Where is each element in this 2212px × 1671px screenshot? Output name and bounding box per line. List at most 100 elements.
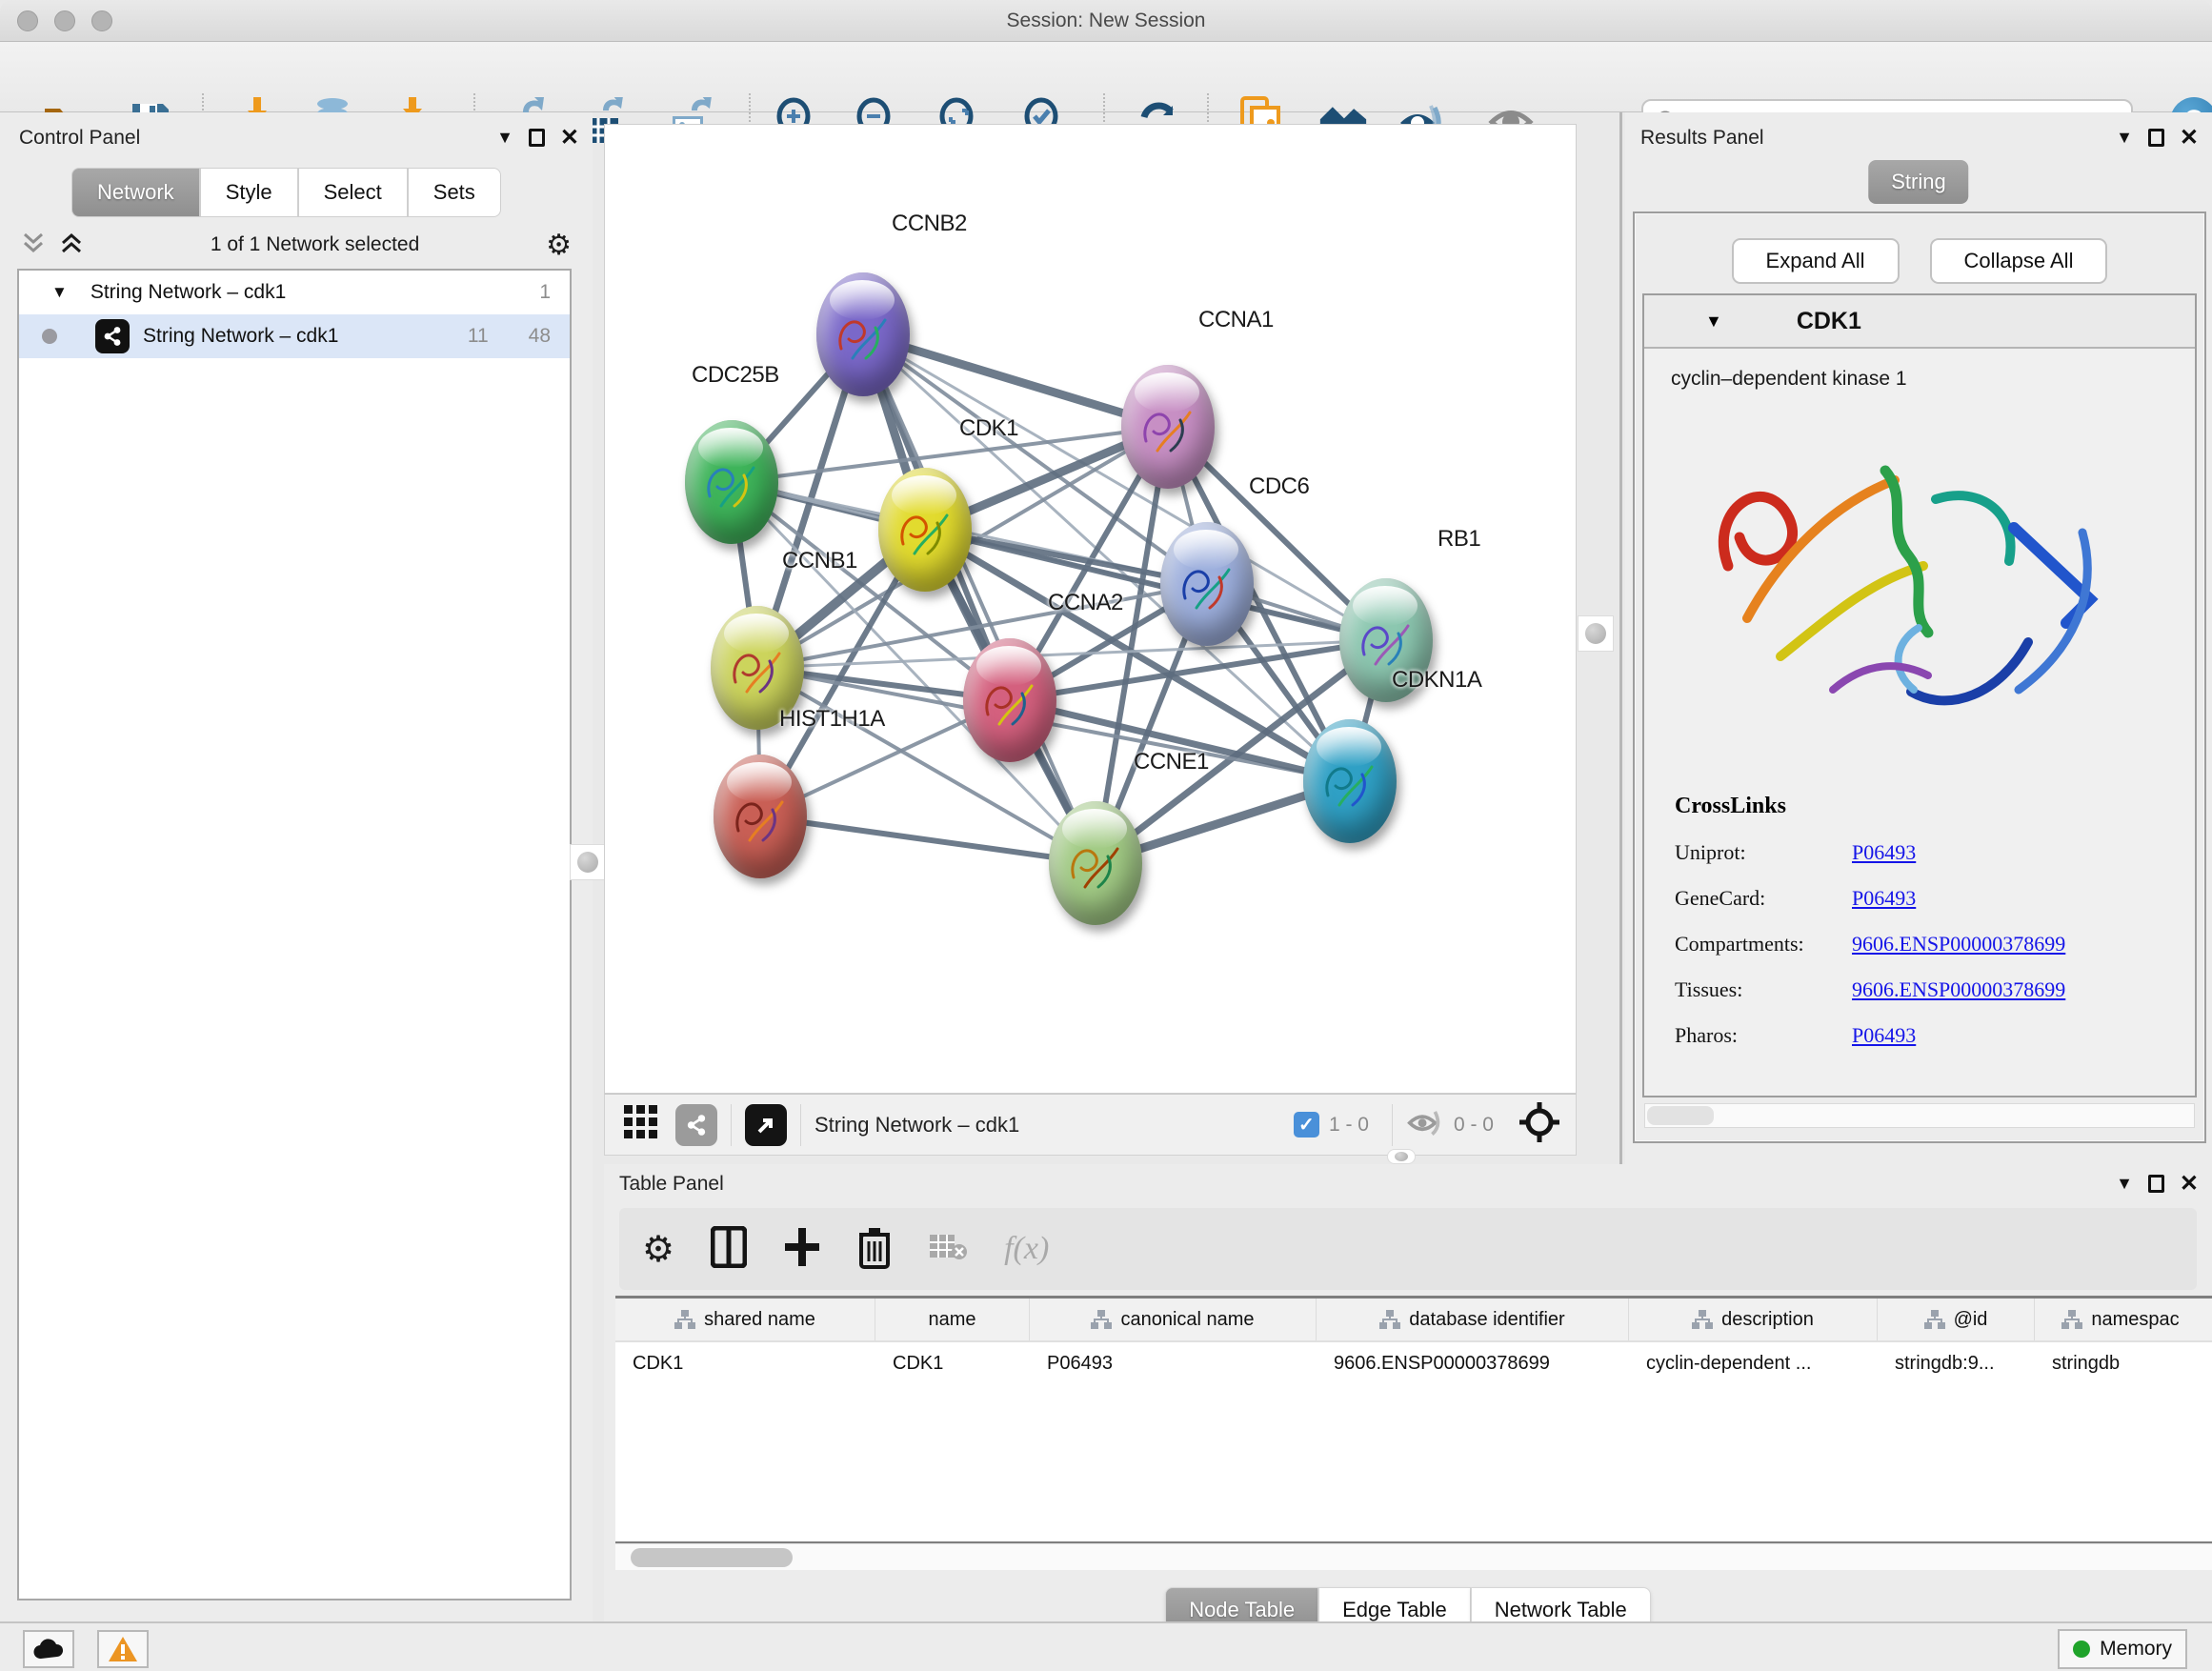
add-column-icon[interactable] [783, 1226, 821, 1273]
column-header-name[interactable]: name [875, 1299, 1030, 1340]
network-node-CDK1[interactable] [878, 468, 972, 592]
birds-eye-view-icon[interactable] [622, 1103, 660, 1146]
network-collection-row[interactable]: ▼ String Network – cdk1 1 [19, 271, 570, 314]
string-results-container: Expand All Collapse All ▼ CDK1 cyclin–de… [1633, 211, 2206, 1143]
crosslink-row: Pharos: P06493 [1675, 1023, 2195, 1048]
network-node-HIST1H1A[interactable] [714, 755, 807, 878]
selected-nodes-checkbox-icon[interactable]: ✓ [1294, 1112, 1319, 1137]
node-protein-thumbnail [728, 634, 787, 705]
table-horizontal-scrollbar[interactable] [615, 1543, 2212, 1570]
column-header-shared-name[interactable]: shared name [615, 1299, 875, 1340]
cell-database-identifier[interactable]: 9606.ENSP00000378699 [1317, 1342, 1629, 1384]
hidden-items-eye-icon[interactable] [1406, 1106, 1444, 1143]
tab-string-results[interactable]: String [1868, 160, 1968, 204]
shared-column-icon [674, 1309, 695, 1330]
memory-button[interactable]: Memory [2058, 1629, 2187, 1669]
crosslinks-section: CrossLinks Uniprot: P06493 GeneCard: P06… [1675, 794, 2195, 1048]
results-panel-title: Results Panel [1640, 127, 1764, 150]
uniprot-link[interactable]: P06493 [1852, 840, 1916, 865]
expand-all-button[interactable]: Expand All [1732, 238, 1900, 284]
shared-column-icon [1924, 1309, 1945, 1330]
protein-card-header[interactable]: ▼ CDK1 [1644, 295, 2195, 349]
column-header-canonical-name[interactable]: canonical name [1030, 1299, 1317, 1340]
control-panel-tabs: Network Style Select Sets [71, 168, 501, 217]
close-panel-icon[interactable]: ✕ [2180, 124, 2199, 151]
protein-name: CDK1 [1797, 308, 1861, 335]
float-panel-icon[interactable] [2148, 129, 2164, 147]
string-network-badge-icon[interactable] [675, 1104, 717, 1146]
crosslink-row: Uniprot: P06493 [1675, 840, 2195, 865]
control-panel: Control Panel ▼ ✕ Network Style Select S… [0, 112, 593, 1621]
network-row[interactable]: String Network – cdk1 11 48 [19, 314, 570, 358]
table-panel: Table Panel ▼ ✕ ⚙ f(x) [604, 1164, 2212, 1621]
column-header-description[interactable]: description [1629, 1299, 1878, 1340]
cell-namespace[interactable]: stringdb [2035, 1342, 2206, 1384]
title-bar: Session: New Session [0, 0, 2212, 42]
tab-network[interactable]: Network [71, 168, 200, 217]
protein-card: ▼ CDK1 cyclin–dependent kinase 1 [1642, 293, 2197, 1097]
genecard-link[interactable]: P06493 [1852, 886, 1916, 911]
memory-status-dot [2073, 1641, 2090, 1658]
tab-style[interactable]: Style [200, 168, 298, 217]
panel-menu-caret-icon[interactable]: ▼ [496, 128, 513, 148]
node-protein-thumbnail [1177, 551, 1237, 621]
network-canvas[interactable]: CCNB2CCNA1CDC25BCDK1CDC6RB1CCNB1CCNA2CDK… [604, 124, 1577, 1094]
tab-sets[interactable]: Sets [408, 168, 501, 217]
network-node-CCNB2[interactable] [816, 272, 910, 396]
node-protein-thumbnail [1066, 830, 1125, 900]
left-splitter-handle[interactable] [570, 844, 606, 880]
cell-description[interactable]: cyclin-dependent ... [1629, 1342, 1878, 1384]
network-node-CCNE1[interactable] [1049, 801, 1142, 925]
cell-name[interactable]: CDK1 [875, 1342, 1030, 1384]
table-options-gear-icon[interactable]: ⚙ [642, 1228, 674, 1271]
cell-at-id[interactable]: stringdb:9... [1878, 1342, 2035, 1384]
panel-menu-caret-icon[interactable]: ▼ [2116, 1174, 2133, 1194]
collapse-all-button[interactable]: Collapse All [1930, 238, 2108, 284]
panel-menu-caret-icon[interactable]: ▼ [2116, 128, 2133, 148]
tab-select[interactable]: Select [298, 168, 408, 217]
network-options-gear-icon[interactable]: ⚙ [546, 229, 572, 262]
crosslink-row: Tissues: 9606.ENSP00000378699 [1675, 977, 2195, 1002]
open-in-browser-icon[interactable] [745, 1104, 787, 1146]
collapse-all-networks-icon[interactable] [21, 231, 46, 260]
delete-column-icon[interactable] [857, 1225, 892, 1274]
show-columns-icon[interactable] [711, 1226, 747, 1273]
column-header-database-identifier[interactable]: database identifier [1317, 1299, 1629, 1340]
cell-canonical-name[interactable]: P06493 [1030, 1342, 1317, 1384]
collection-count: 1 [539, 281, 551, 304]
node-label-CDK1: CDK1 [959, 415, 1018, 442]
table-toolbar: ⚙ f(x) [619, 1208, 2197, 1290]
node-label-CCNA2: CCNA2 [1048, 590, 1123, 616]
delete-table-icon-disabled [928, 1231, 968, 1268]
column-header-at-id[interactable]: @id [1878, 1299, 2035, 1340]
tissues-link[interactable]: 9606.ENSP00000378699 [1852, 977, 2065, 1002]
table-row[interactable]: CDK1 CDK1 P06493 9606.ENSP00000378699 cy… [615, 1342, 2212, 1384]
column-header-namespace[interactable]: namespac [2035, 1299, 2206, 1340]
expand-all-networks-icon[interactable] [59, 231, 84, 260]
network-node-CCNA2[interactable] [963, 638, 1056, 762]
pharos-link[interactable]: P06493 [1852, 1023, 1916, 1048]
selected-counts: 1 - 0 [1329, 1114, 1369, 1137]
horizontal-splitter-handle[interactable] [1387, 1149, 1416, 1164]
network-edge[interactable] [760, 816, 1096, 863]
float-panel-icon[interactable] [529, 129, 545, 147]
cell-shared-name[interactable]: CDK1 [615, 1342, 875, 1384]
close-panel-icon[interactable]: ✕ [2180, 1170, 2199, 1198]
fit-selected-crosshair-icon[interactable] [1518, 1101, 1560, 1148]
network-node-CCNA1[interactable] [1121, 365, 1215, 489]
network-node-CDKN1A[interactable] [1303, 719, 1397, 843]
crosslink-label: Tissues: [1675, 977, 1852, 1002]
close-panel-icon[interactable]: ✕ [560, 124, 579, 151]
right-splitter-handle[interactable] [1578, 615, 1614, 652]
network-node-CDC6[interactable] [1160, 522, 1254, 646]
collection-expander-icon[interactable]: ▼ [51, 283, 68, 302]
protein-expander-icon[interactable]: ▼ [1705, 312, 1722, 332]
float-panel-icon[interactable] [2148, 1175, 2164, 1193]
network-node-CDC25B[interactable] [685, 420, 778, 544]
results-scrollbar[interactable] [1644, 1103, 2195, 1128]
control-panel-title: Control Panel [19, 127, 140, 150]
compartments-link[interactable]: 9606.ENSP00000378699 [1852, 932, 2065, 956]
warning-status-icon[interactable] [97, 1630, 149, 1668]
node-protein-thumbnail [980, 667, 1039, 737]
cloud-status-icon[interactable] [23, 1630, 74, 1668]
